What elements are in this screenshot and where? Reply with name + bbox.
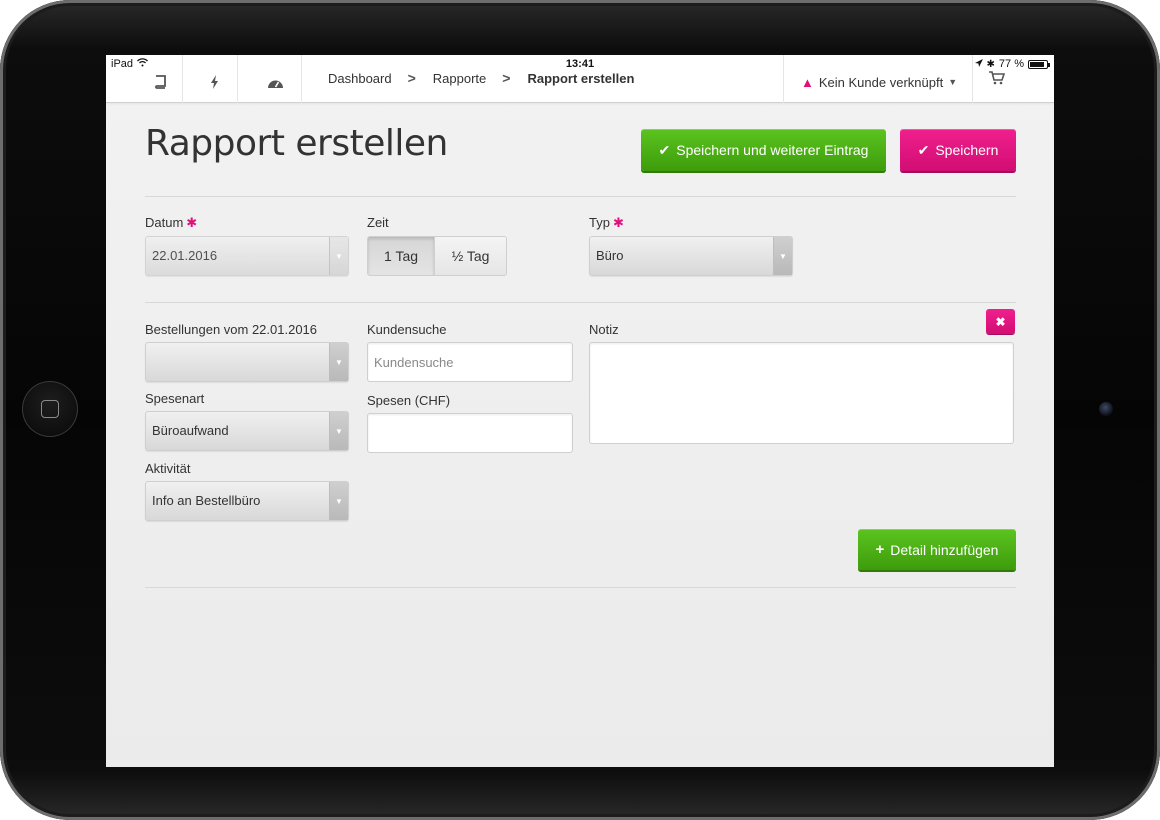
datum-label: Datum ✱ — [145, 215, 198, 230]
dropdown-arrow-icon: ▼ — [329, 237, 348, 275]
status-bar: iPad 13:41 ✱ 77 % — [106, 55, 1054, 75]
save-label: Speichern — [935, 142, 999, 158]
front-camera — [1099, 402, 1113, 416]
divider — [145, 302, 1016, 303]
clear-button[interactable]: ✖ — [986, 309, 1015, 334]
add-detail-button[interactable]: + Detail hinzufügen — [858, 529, 1016, 570]
divider — [145, 196, 1016, 197]
aktivitaet-value: Info an Bestellbüro — [152, 493, 261, 508]
spesen-label: Spesen (CHF) — [367, 393, 451, 408]
notiz-label: Notiz — [589, 322, 619, 337]
clock: 13:41 — [565, 58, 595, 70]
dropdown-arrow-icon: ▼ — [773, 237, 792, 275]
screen: Dashboard > Rapporte > Rapport erstellen… — [106, 55, 1054, 767]
home-button[interactable] — [22, 381, 78, 437]
aktivitaet-select[interactable]: Info an Bestellbüro ▼ — [145, 481, 349, 521]
page-title: Rapport erstellen — [145, 123, 448, 164]
spesenart-label: Spesenart — [145, 391, 205, 406]
datum-value: 22.01.2016 — [152, 248, 218, 263]
battery-icon — [1028, 59, 1050, 69]
save-and-new-button[interactable]: ✔ Speichern und weiterer Eintrag — [641, 129, 886, 171]
divider — [145, 587, 1016, 588]
location-arrow-icon — [974, 58, 983, 70]
typ-select[interactable]: Büro ▼ — [589, 236, 793, 276]
dropdown-arrow-icon: ▼ — [329, 343, 348, 381]
check-icon: ✔ — [917, 141, 930, 158]
save-button[interactable]: ✔ Speichern — [900, 129, 1016, 171]
bestellungen-label: Bestellungen vom 22.01.2016 — [145, 322, 318, 337]
typ-label: Typ ✱ — [589, 215, 624, 230]
caret-down-icon: ▼ — [948, 77, 958, 87]
close-icon: ✖ — [995, 314, 1006, 329]
warning-icon: ▲ — [801, 74, 814, 90]
dropdown-arrow-icon: ▼ — [329, 412, 348, 450]
plus-icon: + — [875, 541, 885, 558]
notiz-textarea[interactable] — [589, 342, 1014, 444]
zeit-option-half-day[interactable]: ½ Tag — [435, 237, 506, 275]
check-icon: ✔ — [658, 141, 671, 158]
spesen-input[interactable] — [367, 413, 573, 453]
spesenart-value: Büroaufwand — [152, 423, 229, 438]
aktivitaet-label: Aktivität — [145, 461, 191, 476]
kundensuche-label: Kundensuche — [367, 322, 447, 337]
zeit-option-full-day[interactable]: 1 Tag — [368, 237, 436, 275]
required-asterisk-icon: ✱ — [612, 215, 624, 230]
zeit-segmented-control: 1 Tag ½ Tag — [367, 236, 507, 276]
battery-percent: 77 % — [998, 58, 1024, 70]
required-asterisk-icon: ✱ — [186, 215, 198, 230]
spesenart-select[interactable]: Büroaufwand ▼ — [145, 411, 349, 451]
dropdown-arrow-icon: ▼ — [329, 482, 348, 520]
kundensuche-input[interactable] — [367, 342, 573, 382]
bluetooth-icon: ✱ — [986, 58, 995, 70]
add-detail-label: Detail hinzufügen — [890, 541, 999, 558]
datum-field[interactable]: 22.01.2016 ▼ — [145, 236, 349, 276]
zeit-label: Zeit — [367, 215, 389, 230]
customer-label: Kein Kunde verknüpft — [818, 74, 944, 90]
typ-value: Büro — [596, 248, 624, 263]
ipad-frame: Dashboard > Rapporte > Rapport erstellen… — [0, 0, 1160, 820]
home-square-icon — [41, 400, 59, 418]
bestellungen-select[interactable]: ▼ — [145, 342, 349, 382]
save-and-new-label: Speichern und weiterer Eintrag — [676, 142, 869, 158]
